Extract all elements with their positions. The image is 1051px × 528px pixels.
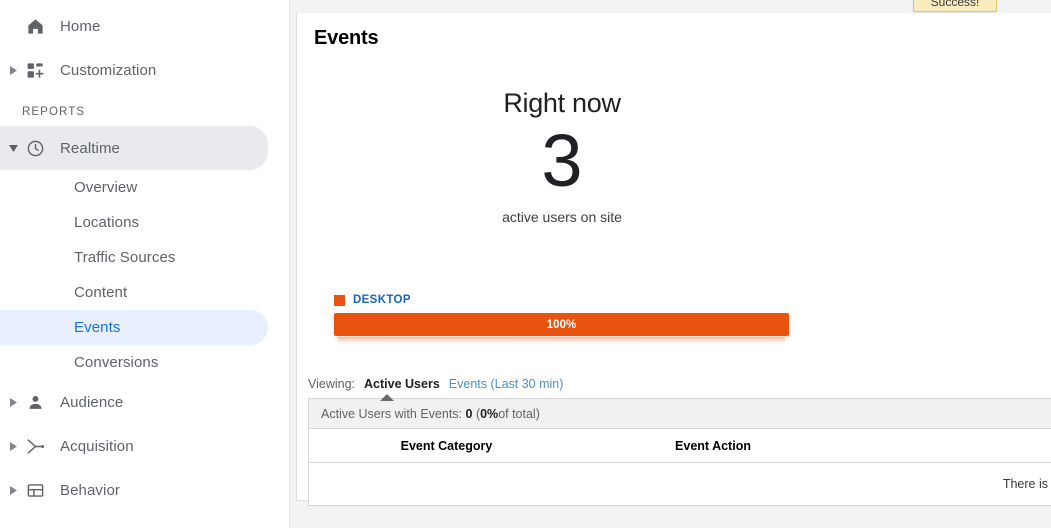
clock-icon (26, 139, 56, 158)
sidebar-item-label: Audience (60, 393, 124, 411)
analytics-realtime-events-page: Home Customization REPORTS Realtime Over… (0, 0, 1051, 528)
sidebar-subitem-label: Locations (74, 214, 140, 231)
sidebar-item-audience[interactable]: Audience (0, 380, 289, 424)
active-users-count: 3 (541, 119, 583, 202)
desktop-percentage-label: 100% (546, 318, 577, 331)
device-legend: DESKTOP (334, 294, 411, 306)
chevron-down-icon[interactable] (0, 144, 26, 152)
tab-active-users[interactable]: Active Users (364, 377, 440, 391)
sidebar-subitem-label: Events (74, 319, 121, 336)
chevron-right-icon[interactable] (0, 397, 26, 407)
column-header-event-action[interactable]: Event Action (584, 429, 842, 463)
table-header-row: Event Category Event Action (309, 429, 1051, 463)
summary-suffix: of total) (498, 406, 540, 421)
sidebar-subitem-label: Content (74, 284, 128, 301)
home-icon (26, 17, 56, 36)
column-header-event-category[interactable]: Event Category (309, 429, 584, 463)
acquisition-icon (26, 437, 56, 456)
table-row: There is (309, 463, 1051, 506)
sidebar-item-locations[interactable]: Locations (0, 205, 268, 240)
events-table: Event Category Event Action There is (309, 429, 1051, 505)
sidebar-subitem-label: Traffic Sources (74, 249, 176, 266)
summary-prefix: Active Users with Events: (321, 406, 463, 421)
sidebar-item-customization[interactable]: Customization (0, 48, 289, 92)
tab-events-last-30-min[interactable]: Events (Last 30 min) (449, 377, 564, 391)
sidebar-item-realtime[interactable]: Realtime (0, 126, 268, 170)
sidebar-item-label: Realtime (60, 139, 120, 157)
summary-value: 0 (465, 406, 473, 421)
right-now-panel: Right now 3 active users on site (297, 88, 827, 225)
sidebar-item-events[interactable]: Events (0, 310, 268, 345)
viewing-label: Viewing: (308, 377, 356, 391)
customization-icon (26, 61, 56, 80)
summary-percent: 0% (480, 406, 499, 421)
viewing-tabs: Viewing: Active Users Events (Last 30 mi… (308, 377, 563, 391)
chevron-right-icon[interactable] (0, 485, 26, 495)
sidebar-subitem-label: Overview (74, 179, 138, 196)
realtime-events-card: Events Right now 3 active users on site … (296, 13, 1051, 506)
sidebar-item-label: Customization (60, 61, 157, 79)
selected-tab-caret-icon (380, 394, 394, 401)
chevron-right-icon[interactable] (0, 441, 26, 451)
chevron-right-icon[interactable] (0, 65, 26, 75)
sidebar-item-home[interactable]: Home (0, 4, 289, 48)
sidebar-item-content[interactable]: Content (0, 275, 268, 310)
sidebar-item-overview[interactable]: Overview (0, 170, 268, 205)
right-now-heading: Right now (503, 88, 621, 118)
events-table-block: Active Users with Events: 0 (0% of total… (308, 398, 1051, 506)
sidebar-section-reports: REPORTS (22, 106, 86, 118)
sidebar-subitem-label: Conversions (74, 354, 159, 371)
person-icon (26, 393, 56, 412)
sidebar-item-label: Home (60, 17, 101, 35)
page-title: Events (314, 27, 379, 49)
empty-state-message: There is (1002, 477, 1048, 491)
sidebar-item-behavior[interactable]: Behavior (0, 468, 289, 512)
left-sidebar: Home Customization REPORTS Realtime Over… (0, 0, 290, 528)
desktop-color-swatch-icon (334, 294, 345, 306)
active-users-with-events-summary: Active Users with Events: 0 (0% of total… (309, 399, 1051, 429)
sidebar-item-label: Acquisition (60, 437, 134, 455)
sidebar-item-label: Behavior (60, 481, 121, 499)
sidebar-item-conversions[interactable]: Conversions (0, 345, 268, 380)
success-toast: Success! (913, 0, 997, 12)
sidebar-item-traffic-sources[interactable]: Traffic Sources (0, 240, 268, 275)
sidebar-item-acquisition[interactable]: Acquisition (0, 424, 289, 468)
desktop-percentage-bar[interactable]: 100% (334, 313, 789, 344)
main-content: Success! Events Right now 3 active users… (290, 0, 1051, 528)
behavior-icon (26, 481, 56, 500)
column-header-third[interactable] (842, 429, 1051, 463)
device-legend-label[interactable]: DESKTOP (353, 294, 411, 306)
active-users-caption: active users on site (502, 209, 622, 225)
